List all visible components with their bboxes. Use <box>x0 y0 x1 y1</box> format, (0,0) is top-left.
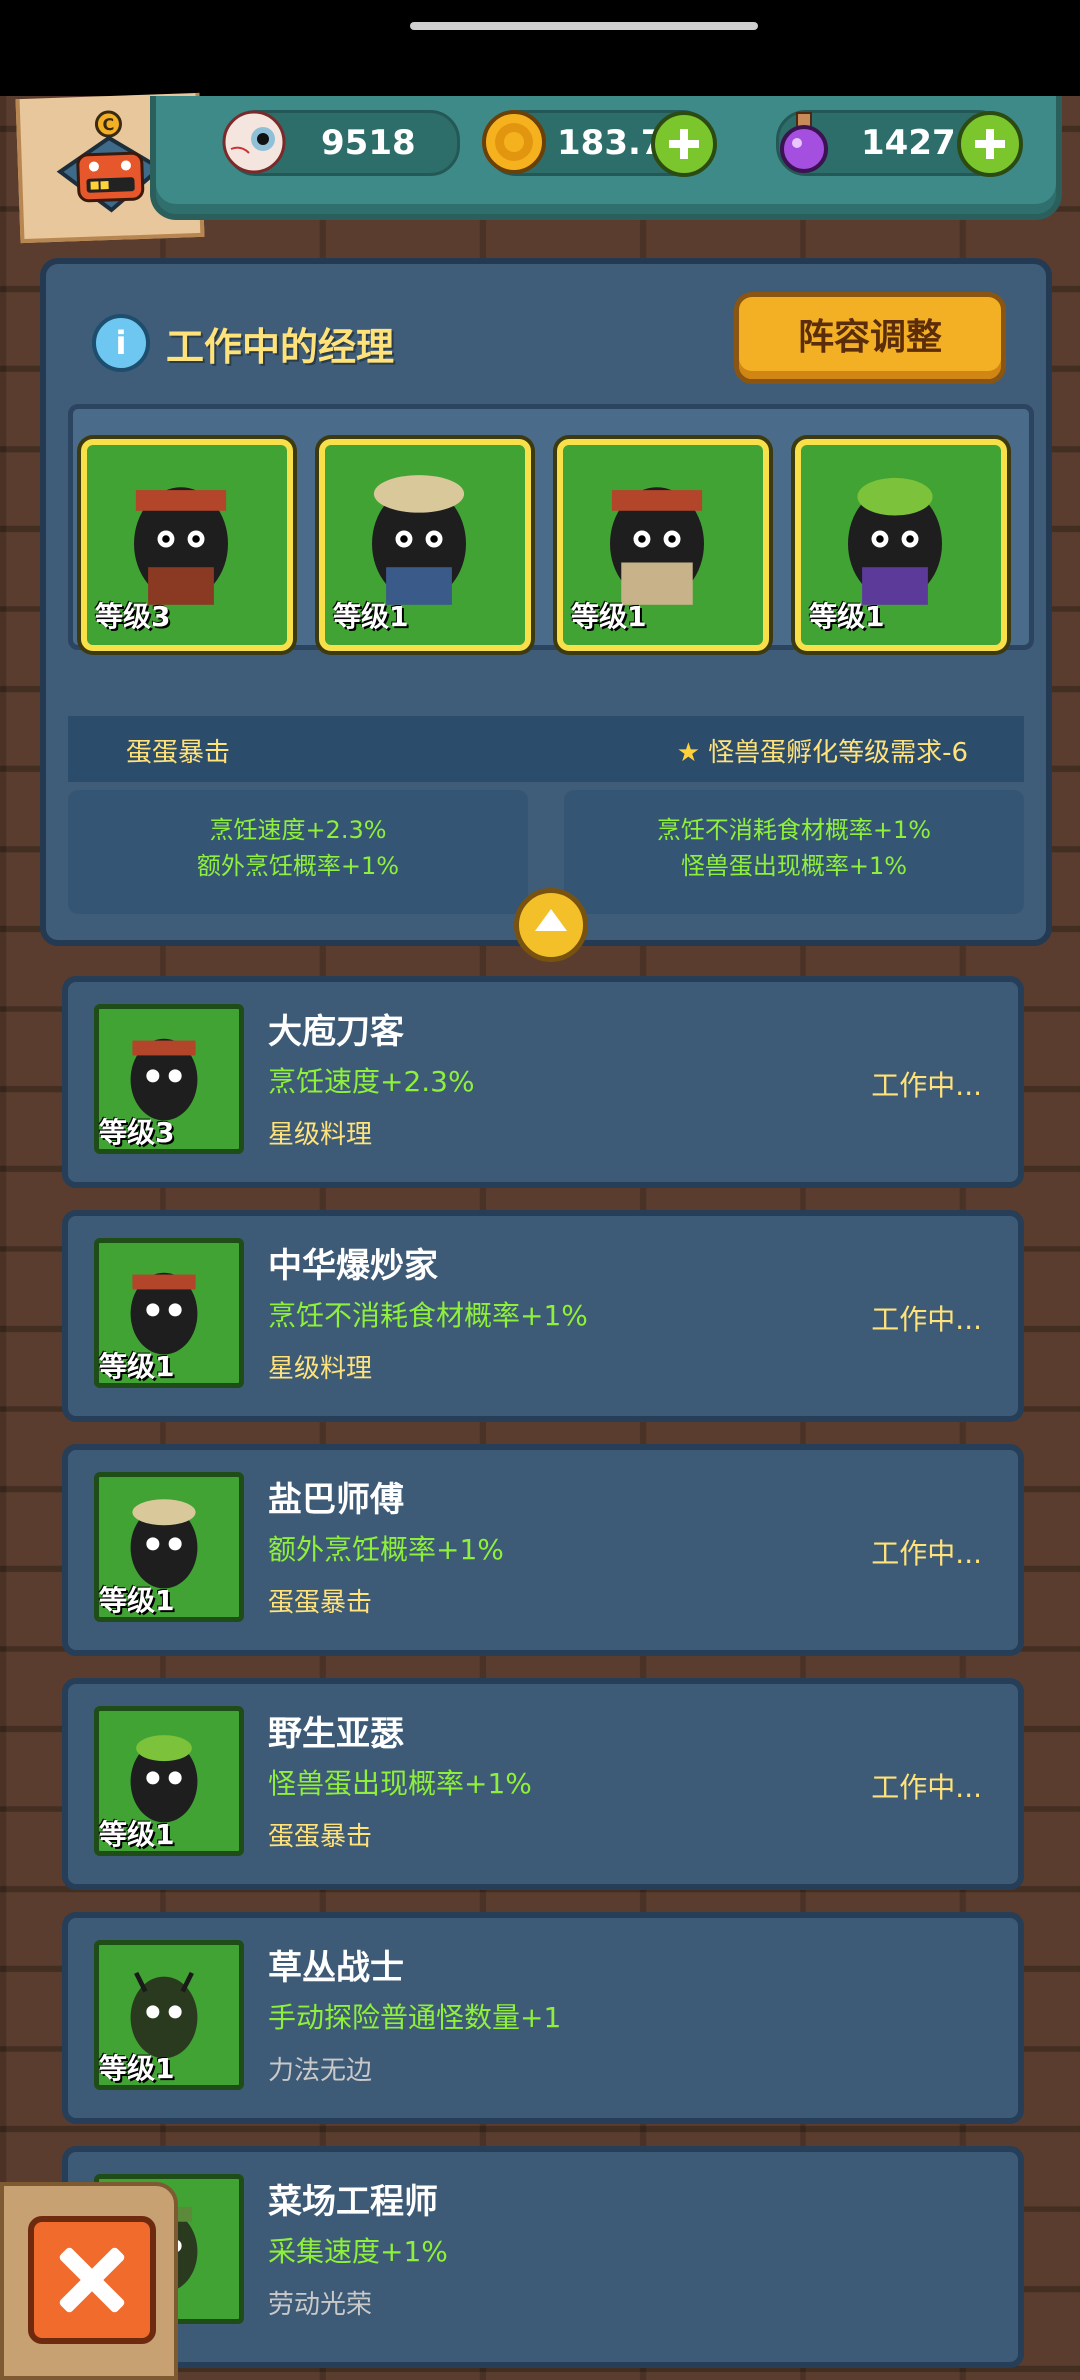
card-level: 等级3 <box>95 600 171 633</box>
manager-name: 盐巴师傅 <box>268 1480 404 1520</box>
skill-requirement-text: 怪兽蛋孵化等级需求-6 <box>708 738 968 768</box>
list-item[interactable]: 等级1 中华爆炒家 烹饪不消耗食材概率+1% 星级料理 工作中... <box>62 1210 1024 1422</box>
manager-card[interactable]: 等级3 <box>81 439 293 651</box>
bonus-box-right: 烹饪不消耗食材概率+1% 怪兽蛋出现概率+1% <box>564 790 1024 914</box>
manager-thumb: 等级1 <box>94 1706 244 1856</box>
list-item[interactable]: 等级1 草丛战士 手动探险普通怪数量+1 力法无边 <box>62 1912 1024 2124</box>
manager-effect: 采集速度+1% <box>268 2235 448 2268</box>
potion-icon <box>780 112 828 173</box>
collapse-button[interactable] <box>514 888 588 962</box>
manager-thumb: 等级1 <box>94 1940 244 2090</box>
manager-effect: 怪兽蛋出现概率+1% <box>268 1767 532 1800</box>
bonus-text: 怪兽蛋出现概率+1% <box>680 852 908 880</box>
eyeball-icon <box>222 110 286 174</box>
card-level: 等级1 <box>571 600 647 633</box>
panel-title: 工作中的经理 <box>166 325 395 369</box>
working-managers-panel: i 工作中的经理 阵容调整 等级3 等级1 等级1 等级1 蛋蛋暴击 ★ 怪兽蛋… <box>40 258 1052 962</box>
bonus-text: 烹饪不消耗食材概率+1% <box>656 816 932 844</box>
work-status: 工作中... <box>871 1303 982 1336</box>
manager-cards: 等级3 等级1 等级1 等级1 <box>68 404 1034 651</box>
lineup-adjust-button[interactable]: 阵容调整 <box>734 292 1006 384</box>
work-status: 工作中... <box>871 1537 982 1570</box>
bonus-text: 烹饪速度+2.3% <box>209 816 387 844</box>
manager-name: 菜场工程师 <box>268 2182 438 2222</box>
coin-resource: 183.7k <box>482 110 717 177</box>
info-icon[interactable]: i <box>92 314 150 372</box>
resource-bar: 9518 183.7k 1427 <box>150 96 1062 220</box>
card-level: 等级1 <box>809 600 885 633</box>
manager-effect: 额外烹饪概率+1% <box>268 1533 504 1566</box>
coin-icon <box>482 110 546 174</box>
item-level: 等级1 <box>99 1584 175 1617</box>
manager-tag: 劳动光荣 <box>268 2290 373 2320</box>
bonus-box-left: 烹饪速度+2.3% 额外烹饪概率+1% <box>68 790 528 914</box>
manager-name: 中华爆炒家 <box>268 1246 438 1286</box>
panel-header: i 工作中的经理 阵容调整 <box>46 264 1046 384</box>
list-item[interactable]: 等级3 大庖刀客 烹饪速度+2.3% 星级料理 工作中... <box>62 976 1024 1188</box>
item-level: 等级3 <box>99 1116 175 1149</box>
close-button[interactable] <box>28 2216 156 2344</box>
skill-name: 蛋蛋暴击 <box>126 738 231 768</box>
potion-count: 1427 <box>861 123 956 163</box>
list-item[interactable]: 菜场工程师 采集速度+1% 劳动光荣 <box>62 2146 1024 2368</box>
manager-effect: 手动探险普通怪数量+1 <box>268 2001 562 2034</box>
star-icon: ★ <box>676 738 701 768</box>
manager-effect: 烹饪速度+2.3% <box>268 1065 475 1098</box>
svg-text:C: C <box>102 115 114 134</box>
manager-tag: 蛋蛋暴击 <box>268 1822 373 1852</box>
add-potion-button[interactable] <box>957 111 1023 177</box>
card-level: 等级1 <box>333 600 409 633</box>
manager-name: 草丛战士 <box>268 1948 404 1988</box>
eye-count: 9518 <box>321 123 416 163</box>
manager-thumb: 等级1 <box>94 1238 244 1388</box>
work-status: 工作中... <box>871 1069 982 1102</box>
manager-tag: 星级料理 <box>268 1120 373 1150</box>
bonus-text: 额外烹饪概率+1% <box>196 852 400 880</box>
list-item[interactable]: 等级1 野生亚瑟 怪兽蛋出现概率+1% 蛋蛋暴击 工作中... <box>62 1678 1024 1890</box>
item-level: 等级1 <box>99 1818 175 1851</box>
potion-resource: 1427 <box>776 110 1023 177</box>
manager-name: 野生亚瑟 <box>268 1714 404 1754</box>
eye-resource: 9518 <box>222 110 460 176</box>
manager-card[interactable]: 等级1 <box>557 439 769 651</box>
skill-requirement: ★ 怪兽蛋孵化等级需求-6 <box>677 732 968 769</box>
manager-tag: 星级料理 <box>268 1354 373 1384</box>
combo-skill-bar: 蛋蛋暴击 ★ 怪兽蛋孵化等级需求-6 <box>68 716 1024 782</box>
home-indicator <box>410 22 758 30</box>
status-bar <box>0 0 1080 96</box>
manager-card[interactable]: 等级1 <box>319 439 531 651</box>
item-level: 等级1 <box>99 1350 175 1383</box>
manager-card[interactable]: 等级1 <box>795 439 1007 651</box>
manager-thumb: 等级3 <box>94 1004 244 1154</box>
work-status: 工作中... <box>871 1771 982 1804</box>
add-coins-button[interactable] <box>651 111 717 177</box>
manager-effect: 烹饪不消耗食材概率+1% <box>268 1299 588 1332</box>
manager-tag: 力法无边 <box>268 2056 373 2086</box>
manager-name: 大庖刀客 <box>268 1012 404 1052</box>
item-level: 等级1 <box>99 2052 175 2085</box>
list-item[interactable]: 等级1 盐巴师傅 额外烹饪概率+1% 蛋蛋暴击 工作中... <box>62 1444 1024 1656</box>
manager-tag: 蛋蛋暴击 <box>268 1588 373 1618</box>
close-tile <box>0 2182 178 2380</box>
manager-thumb: 等级1 <box>94 1472 244 1622</box>
